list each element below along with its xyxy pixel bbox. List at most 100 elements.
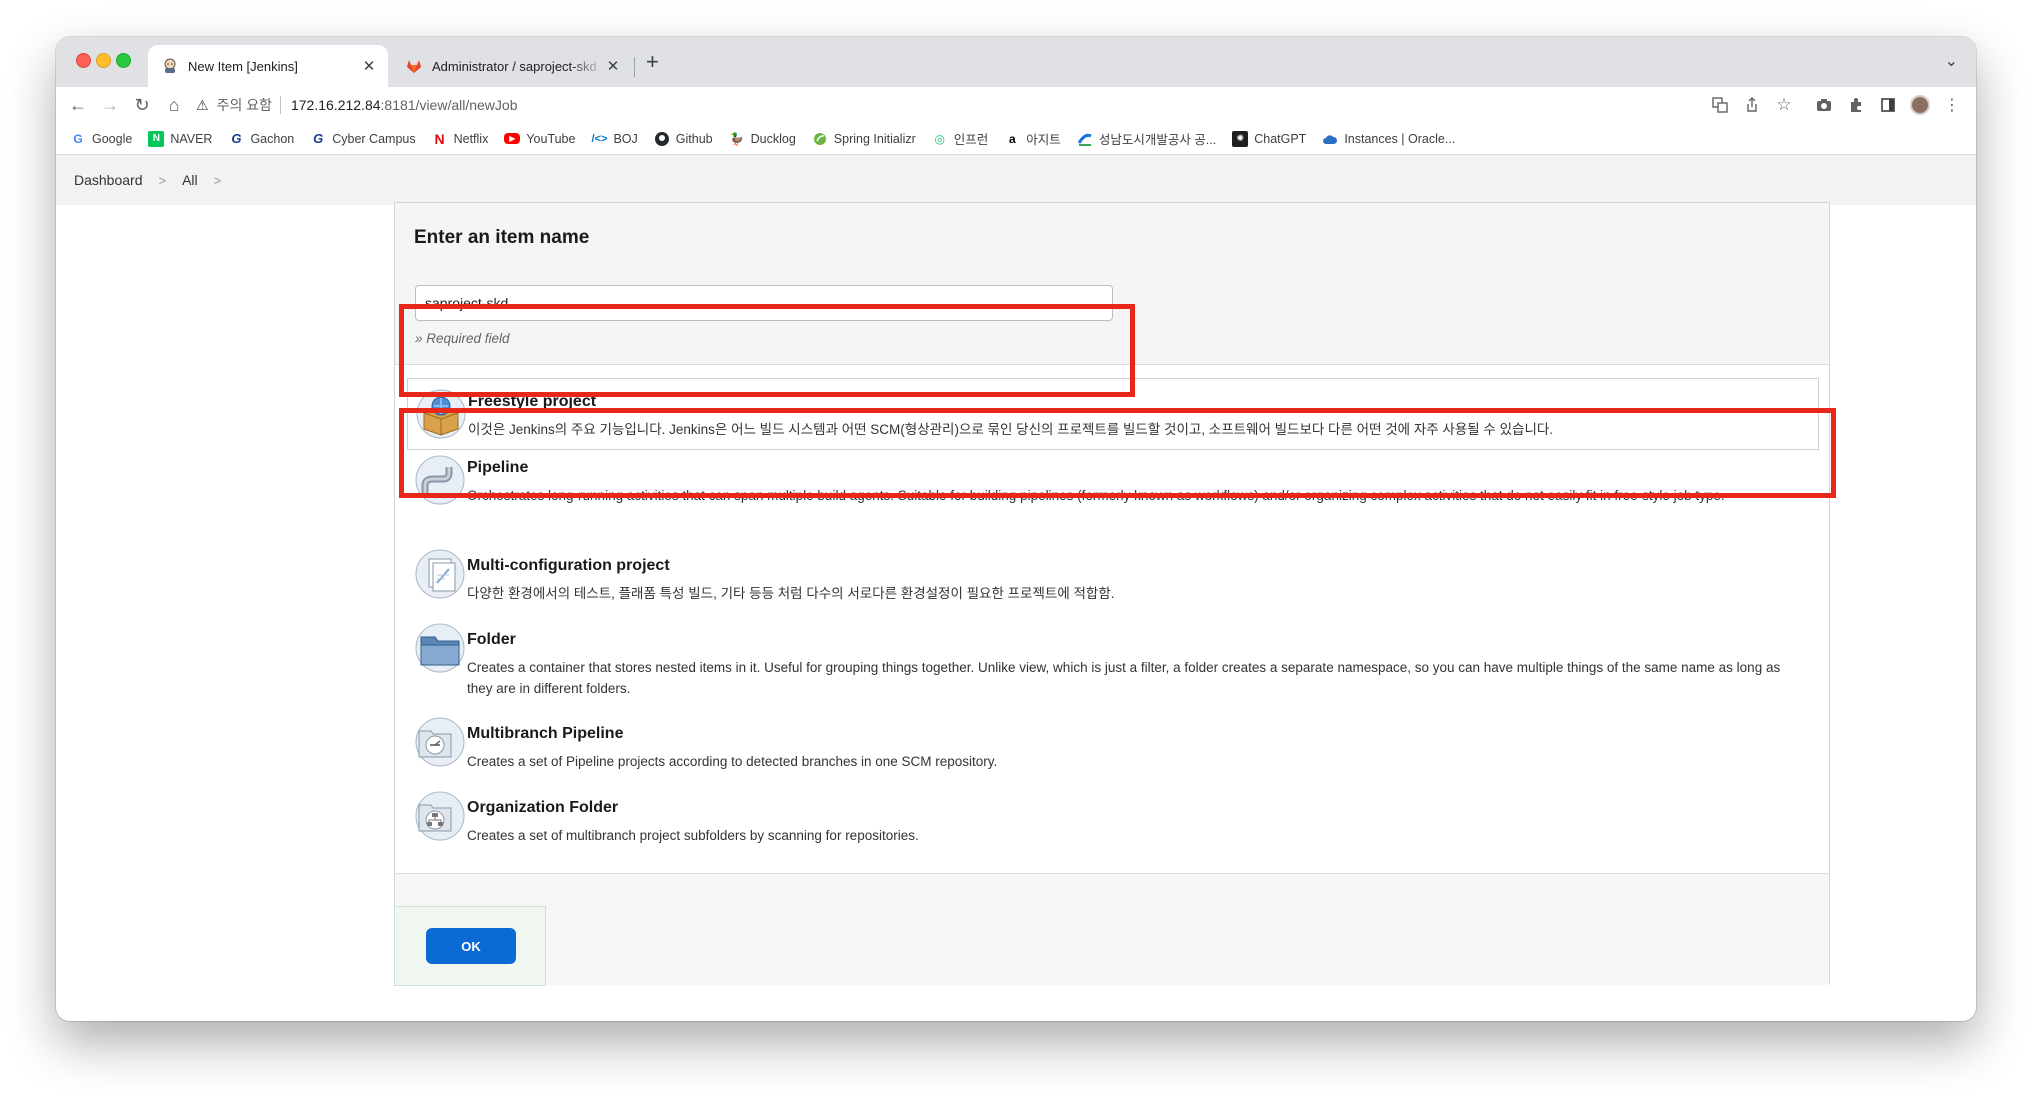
bookmarks-bar: G Google N NAVER G Gachon G Cyber Campus… xyxy=(56,123,1976,155)
bookmark-label: Ducklog xyxy=(750,131,796,146)
bookmark-ducklog[interactable]: 🦆 Ducklog xyxy=(729,131,796,147)
bookmark-label: Github xyxy=(675,131,713,146)
item-type-description: Orchestrates long-running activities tha… xyxy=(467,488,1725,503)
jenkins-icon xyxy=(162,58,178,74)
item-type-description: Creates a set of Pipeline projects accor… xyxy=(467,754,998,769)
form-footer: OK xyxy=(394,873,1829,986)
forward-button[interactable]: → xyxy=(98,93,122,117)
item-type-pipeline[interactable]: Pipeline Orchestrates long-running activ… xyxy=(407,451,1819,547)
profile-avatar[interactable] xyxy=(1908,93,1932,117)
bookmark-youtube[interactable]: ▶ YouTube xyxy=(504,132,575,146)
maximize-window-button[interactable] xyxy=(116,53,131,68)
chevron-right-icon: > xyxy=(158,172,167,188)
item-type-name: Folder xyxy=(467,631,516,648)
bookmark-label: 아지트 xyxy=(1026,133,1061,147)
item-type-description: Creates a container that stores nested i… xyxy=(467,660,1781,696)
tab-title: New Item [Jenkins] xyxy=(188,58,298,74)
item-type-multi-configuration-project[interactable]: Multi-configuration project 다양한 환경에서의 테스… xyxy=(407,547,1819,621)
tab-strip: New Item [Jenkins] ✕ Administrator / sap… xyxy=(56,37,1976,87)
bookmark-gachon[interactable]: G Gachon xyxy=(228,131,294,147)
close-window-button[interactable] xyxy=(76,53,91,68)
bookmark-star-icon[interactable]: ☆ xyxy=(1772,93,1796,117)
bookmark-cyber-campus[interactable]: G Cyber Campus xyxy=(310,131,415,147)
bookmark-spring-initializr[interactable]: Spring Initializr xyxy=(812,131,916,147)
bookmark-label: Netflix xyxy=(453,131,489,146)
multi-configuration-icon xyxy=(415,549,465,599)
bookmark-oracle-instances[interactable]: Instances | Oracle... xyxy=(1322,131,1455,147)
bookmark-label: Google xyxy=(92,131,133,146)
breadcrumb: Dashboard > All > xyxy=(56,155,1976,205)
breadcrumb-dashboard[interactable]: Dashboard xyxy=(74,172,143,188)
home-button[interactable]: ⌂ xyxy=(162,93,186,117)
tab-gitlab[interactable]: Administrator / saproject-skd · GitLab ✕ xyxy=(392,45,632,87)
chevron-right-icon[interactable]: > xyxy=(214,173,222,188)
freestyle-project-icon xyxy=(416,389,466,439)
ducklog-icon: 🦆 xyxy=(729,131,745,146)
chevron-down-icon[interactable]: ⌄ xyxy=(1945,51,1958,71)
required-field-hint: » Required field xyxy=(415,331,510,346)
close-tab-icon[interactable]: ✕ xyxy=(604,57,622,75)
extensions-icon[interactable] xyxy=(1844,93,1868,117)
item-type-description: 다양한 환경에서의 테스트, 플래폼 특성 빌드, 기타 등등 처럼 다수의 서… xyxy=(467,586,1115,601)
bookmark-label: YouTube xyxy=(526,131,576,146)
youtube-icon: ▶ xyxy=(504,133,521,144)
spring-icon xyxy=(812,131,828,147)
bookmark-label: 인프런 xyxy=(953,133,989,147)
jenkins-page: Dashboard > All > Enter an item name » R… xyxy=(56,155,1976,1021)
bookmark-naver[interactable]: N NAVER xyxy=(148,130,213,147)
item-type-freestyle-project[interactable]: Freestyle project 이것은 Jenkins의 주요 기능입니다.… xyxy=(407,378,1819,450)
gachon-icon: G xyxy=(231,131,242,146)
warning-icon: ⚠ xyxy=(196,96,209,113)
side-panel-icon[interactable] xyxy=(1876,93,1900,117)
item-type-organization-folder[interactable]: Organization Folder Creates a set of mul… xyxy=(407,791,1819,865)
item-type-name: Organization Folder xyxy=(467,799,619,816)
item-type-name: Pipeline xyxy=(467,459,529,476)
browser-toolbar: ← → ↻ ⌂ ⚠ 주의 요함 172.16.212.84:8181/view/… xyxy=(56,87,1976,123)
item-type-multibranch-pipeline[interactable]: Multibranch Pipeline Creates a set of Pi… xyxy=(407,717,1819,791)
item-type-description: Creates a set of multibranch project sub… xyxy=(467,828,919,843)
new-item-form: Enter an item name » Required field xyxy=(394,202,1830,986)
bookmark-chatgpt[interactable]: ✺ ChatGPT xyxy=(1232,130,1307,147)
item-type-folder[interactable]: Folder Creates a container that stores n… xyxy=(407,621,1819,717)
bookmark-label: Instances | Oracle... xyxy=(1344,131,1456,146)
reload-button[interactable]: ↻ xyxy=(130,93,154,117)
bookmark-snhouse[interactable]: 성남도시개발공사 공... xyxy=(1077,129,1216,148)
bookmark-github[interactable]: Github xyxy=(654,131,713,147)
pipeline-icon xyxy=(415,455,465,505)
bookmark-label: Gachon xyxy=(250,131,295,146)
minimize-window-button[interactable] xyxy=(96,53,111,68)
gachon-icon: G xyxy=(313,131,324,146)
address-separator xyxy=(279,96,281,114)
bookmark-label: NAVER xyxy=(170,131,213,146)
bookmark-label: 성남도시개발공사 공... xyxy=(1098,133,1217,147)
bookmark-label: ChatGPT xyxy=(1254,131,1307,146)
more-menu-icon[interactable]: ⋮ xyxy=(1940,93,1964,117)
breadcrumb-all[interactable]: All xyxy=(182,172,198,188)
bookmark-label: Cyber Campus xyxy=(332,131,416,146)
bookmark-label: Spring Initializr xyxy=(833,131,916,146)
back-button[interactable]: ← xyxy=(66,93,90,117)
new-tab-button[interactable]: + xyxy=(646,49,659,75)
bookmark-boj[interactable]: /<> BOJ xyxy=(591,131,638,147)
item-name-input[interactable] xyxy=(415,285,1113,321)
share-icon[interactable] xyxy=(1740,93,1764,117)
naver-icon: N xyxy=(148,130,165,147)
cloud-icon xyxy=(1322,131,1338,147)
bookmark-agit[interactable]: a 아지트 xyxy=(1004,129,1061,148)
bookmark-netflix[interactable]: N Netflix xyxy=(432,131,489,147)
tab-jenkins[interactable]: New Item [Jenkins] ✕ xyxy=(148,45,388,87)
bookmark-inflearn[interactable]: ◎ 인프런 xyxy=(932,129,989,148)
organization-folder-icon xyxy=(415,791,465,841)
address-bar[interactable]: ⚠ 주의 요함 172.16.212.84:8181/view/all/newJ… xyxy=(196,93,518,117)
camera-icon[interactable] xyxy=(1812,93,1836,117)
boj-icon: /<> xyxy=(591,132,608,145)
bookmark-google[interactable]: G Google xyxy=(70,131,132,147)
folder-icon xyxy=(415,623,465,673)
translate-icon[interactable] xyxy=(1708,93,1732,117)
browser-window: New Item [Jenkins] ✕ Administrator / sap… xyxy=(56,37,1976,1021)
gitlab-icon xyxy=(406,58,422,74)
url-host: 172.16.212.84 xyxy=(290,97,381,113)
ok-button[interactable]: OK xyxy=(426,928,516,964)
close-tab-icon[interactable]: ✕ xyxy=(360,57,378,75)
security-warning-text: 주의 요함 xyxy=(216,97,272,113)
